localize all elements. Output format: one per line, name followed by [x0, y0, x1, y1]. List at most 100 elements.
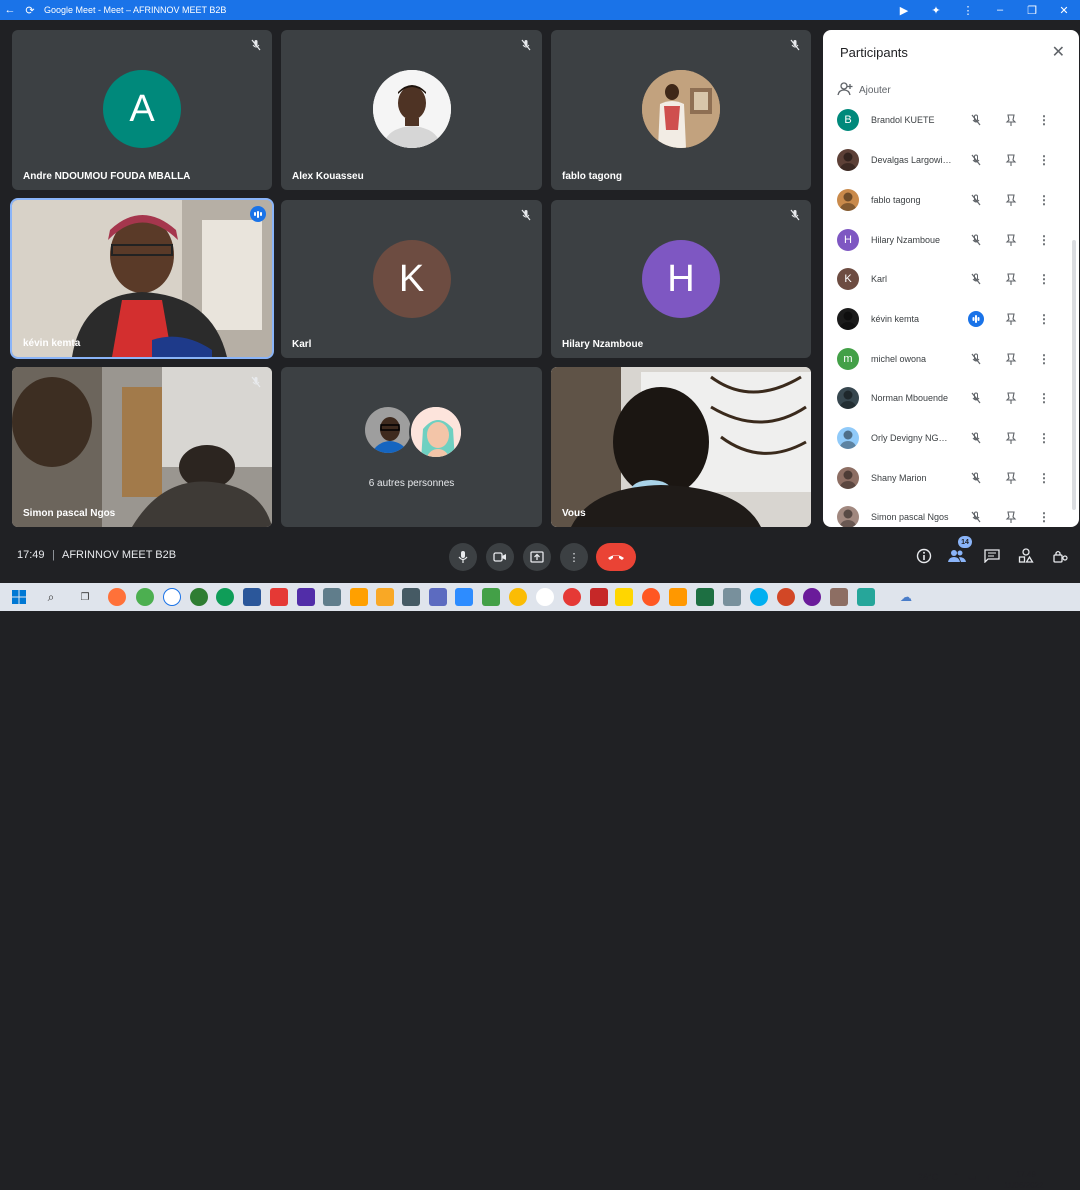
more-vert-icon[interactable]: ⋮ [1037, 192, 1051, 208]
network-icon[interactable]: ▭ [968, 1172, 977, 1183]
app-icon[interactable] [297, 588, 315, 606]
firefox-icon[interactable] [108, 588, 126, 606]
app-icon[interactable] [136, 588, 154, 606]
end-call-button[interactable] [596, 543, 636, 571]
more-vert-icon[interactable]: ⋮ [1037, 311, 1051, 327]
close-window-button[interactable]: ✕ [1048, 4, 1080, 17]
app-icon[interactable] [270, 588, 288, 606]
chevron-up-icon[interactable]: ⌃ [953, 1172, 960, 1181]
participant-row[interactable]: H Hilary Nzamboue ⋮ [823, 220, 1079, 260]
participant-tile-video[interactable]: Simon pascal Ngos [12, 367, 272, 527]
self-video-tile[interactable]: Vous [551, 367, 811, 527]
more-vert-icon[interactable]: ⋮ [1037, 232, 1051, 248]
windows-start-icon[interactable] [10, 588, 28, 606]
meeting-details-button[interactable] [915, 547, 933, 565]
skype-icon[interactable] [750, 588, 768, 606]
more-vert-icon[interactable]: ⋮ [1037, 112, 1051, 128]
more-vert-icon[interactable]: ⋮ [1037, 351, 1051, 367]
app-icon[interactable] [669, 588, 687, 606]
chrome-icon[interactable] [509, 588, 527, 606]
mic-off-icon[interactable] [968, 509, 984, 525]
more-vert-icon[interactable]: ⋮ [1037, 390, 1051, 406]
app-icon[interactable] [163, 588, 181, 606]
app-icon[interactable] [536, 588, 554, 606]
panel-scrollbar[interactable] [1072, 240, 1076, 510]
participant-row[interactable]: Norman Mbouende ⋮ [823, 378, 1079, 418]
app-icon[interactable] [482, 588, 500, 606]
participant-tile[interactable]: A Andre NDOUMOU FOUDA MBALLA [12, 30, 272, 190]
mic-off-icon[interactable] [968, 232, 984, 248]
mic-off-icon[interactable] [968, 271, 984, 287]
word-icon[interactable] [243, 588, 261, 606]
participant-row[interactable]: B Brandol KUETE ⋮ [823, 100, 1079, 140]
host-controls-button[interactable] [1051, 547, 1069, 565]
mic-off-icon[interactable] [968, 192, 984, 208]
mic-button[interactable] [449, 543, 477, 571]
participant-row[interactable]: fablo tagong ⋮ [823, 180, 1079, 220]
app-icon[interactable] [323, 588, 341, 606]
more-vert-icon[interactable]: ⋮ [1037, 430, 1051, 446]
pin-icon[interactable] [1003, 152, 1019, 168]
chat-button[interactable] [983, 547, 1001, 565]
weather-icon[interactable]: ☁ [897, 588, 915, 606]
participant-tile[interactable]: H Hilary Nzamboue [551, 200, 811, 358]
pin-icon[interactable] [1003, 390, 1019, 406]
participant-row[interactable]: Shany Marion ⋮ [823, 458, 1079, 498]
mic-off-icon[interactable] [968, 351, 984, 367]
present-screen-button[interactable] [523, 543, 551, 571]
participant-tile[interactable]: K Karl [281, 200, 542, 358]
participant-row[interactable]: Orly Devigny NG… ⋮ [823, 418, 1079, 458]
participant-tile-video[interactable]: kévin kemta [10, 198, 274, 359]
sticky-notes-icon[interactable] [615, 588, 633, 606]
app-icon[interactable] [830, 588, 848, 606]
mic-off-icon[interactable] [968, 470, 984, 486]
participant-tile[interactable]: fablo tagong [551, 30, 811, 190]
app-icon[interactable] [350, 588, 368, 606]
speaking-indicator-icon[interactable] [968, 311, 984, 327]
participants-button[interactable] [948, 547, 966, 565]
minimize-button[interactable]: – [984, 4, 1016, 17]
zoom-icon[interactable] [455, 588, 473, 606]
pin-icon[interactable] [1003, 509, 1019, 525]
mic-off-icon[interactable] [968, 390, 984, 406]
camera-button[interactable] [486, 543, 514, 571]
participant-row[interactable]: kévin kemta ⋮ [823, 299, 1079, 339]
search-icon[interactable]: ⌕ [42, 588, 60, 606]
pin-icon[interactable] [1003, 351, 1019, 367]
participant-row[interactable]: Devalgas Largowi… ⋮ [823, 140, 1079, 180]
pin-icon[interactable] [1003, 232, 1019, 248]
participant-tile[interactable]: Alex Kouasseu [281, 30, 542, 190]
pin-icon[interactable] [1003, 470, 1019, 486]
participant-row[interactable]: m michel owona ⋮ [823, 339, 1079, 379]
app-icon[interactable] [590, 588, 608, 606]
app-icon[interactable] [803, 588, 821, 606]
pin-icon[interactable] [1003, 112, 1019, 128]
app-icon[interactable] [642, 588, 660, 606]
app-icon[interactable] [402, 588, 420, 606]
volume-icon[interactable]: ◖ [985, 1172, 990, 1182]
participant-row[interactable]: K Karl ⋮ [823, 259, 1079, 299]
more-vert-icon[interactable]: ⋮ [1037, 152, 1051, 168]
mic-off-icon[interactable] [968, 112, 984, 128]
powerpoint-icon[interactable] [777, 588, 795, 606]
more-vert-icon[interactable]: ⋮ [952, 4, 984, 17]
reload-icon[interactable]: ⟳ [20, 0, 40, 20]
app-icon[interactable] [429, 588, 447, 606]
others-tile[interactable]: 6 autres personnes [281, 367, 542, 527]
excel-icon[interactable] [696, 588, 714, 606]
restore-button[interactable]: ❐ [1016, 4, 1048, 17]
edge-icon[interactable] [216, 588, 234, 606]
opera-icon[interactable] [563, 588, 581, 606]
more-vert-icon[interactable]: ⋮ [1037, 470, 1051, 486]
extensions-icon[interactable]: ✦ [920, 4, 952, 17]
pin-icon[interactable] [1003, 430, 1019, 446]
more-options-button[interactable]: ⋮ [560, 543, 588, 571]
pin-icon[interactable] [1003, 311, 1019, 327]
file-explorer-icon[interactable] [376, 588, 394, 606]
participant-row[interactable]: Simon pascal Ngos ⋮ [823, 497, 1079, 527]
more-vert-icon[interactable]: ⋮ [1037, 271, 1051, 287]
add-people-button[interactable]: Ajouter [837, 82, 891, 99]
back-arrow-icon[interactable]: ← [0, 0, 20, 20]
task-view-icon[interactable]: ❐ [76, 588, 94, 606]
camera-icon[interactable]: ▶ [888, 4, 920, 17]
